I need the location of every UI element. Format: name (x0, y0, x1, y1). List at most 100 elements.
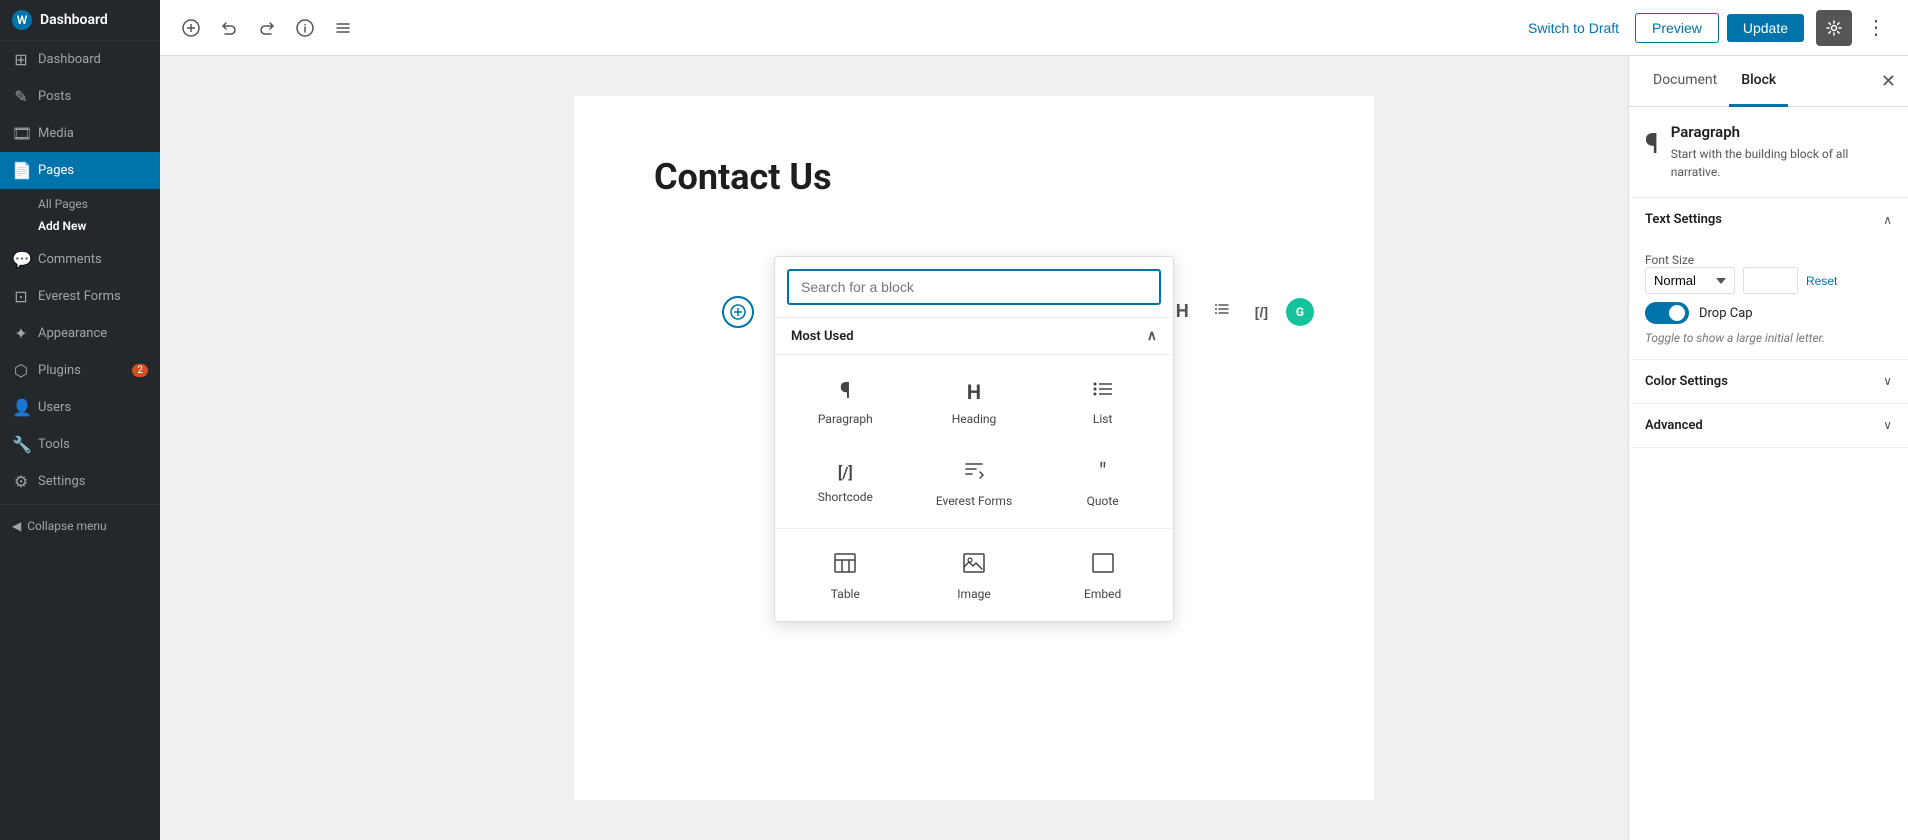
block-item-table[interactable]: Table (783, 537, 908, 613)
tools-icon: 🔧 (12, 435, 30, 454)
image-icon (963, 553, 985, 579)
color-settings-section: Color Settings ∨ (1629, 360, 1908, 404)
preview-button[interactable]: Preview (1635, 13, 1719, 43)
shortcode-format-button[interactable]: [/] (1249, 300, 1274, 324)
shortcode-icon: [/] (838, 463, 853, 482)
sidebar-item-label: Plugins (38, 363, 81, 378)
sidebar-item-label: Pages (38, 163, 74, 178)
redo-button[interactable] (252, 13, 282, 43)
advanced-header[interactable]: Advanced ∨ (1629, 404, 1908, 447)
block-item-everest-forms[interactable]: Everest Forms (912, 442, 1037, 520)
sidebar-item-label: Everest Forms (38, 289, 121, 304)
sidebar-item-label: Settings (38, 474, 85, 489)
block-item-image[interactable]: Image (912, 537, 1037, 613)
sidebar-add-new[interactable]: Add New (38, 215, 148, 237)
block-item-embed[interactable]: Embed (1040, 537, 1165, 613)
switch-to-draft-button[interactable]: Switch to Draft (1528, 20, 1619, 36)
editor-area: Contact Us H [/] G (320, 56, 1628, 840)
sidebar-item-everest-forms[interactable]: ⊡ Everest Forms (0, 278, 160, 315)
add-block-topbar-button[interactable] (176, 13, 206, 43)
sidebar-all-pages[interactable]: All Pages (38, 193, 148, 215)
list-label: List (1093, 412, 1113, 426)
color-settings-chevron: ∨ (1883, 374, 1892, 388)
font-size-input[interactable] (1743, 267, 1798, 294)
shortcode-label: Shortcode (818, 490, 873, 504)
most-used-chevron[interactable]: ∧ (1147, 328, 1157, 344)
block-info-text: Paragraph Start with the building block … (1671, 123, 1892, 181)
paragraph-icon: ¶ (840, 379, 851, 404)
update-button[interactable]: Update (1727, 14, 1804, 42)
everest-forms-block-label: Everest Forms (936, 494, 1012, 508)
sidebar-item-plugins[interactable]: ⬡ Plugins 2 (0, 352, 160, 389)
block-info-desc: Start with the building block of all nar… (1671, 145, 1892, 181)
block-item-heading[interactable]: H Heading (912, 363, 1037, 438)
tab-block[interactable]: Block (1729, 56, 1788, 107)
sidebar-divider (0, 504, 160, 505)
block-info: ¶ Paragraph Start with the building bloc… (1629, 107, 1908, 198)
most-used-label: Most Used (791, 329, 854, 344)
settings-button[interactable] (1816, 10, 1852, 46)
sidebar-item-posts[interactable]: ✎ Posts (0, 78, 160, 115)
sidebar-collapse[interactable]: ◀ Collapse menu (0, 509, 160, 543)
sidebar-item-label: Appearance (38, 326, 107, 341)
sidebar-item-appearance[interactable]: ✦ Appearance (0, 315, 160, 352)
sidebar-item-settings[interactable]: ⚙ Settings (0, 463, 160, 500)
comments-icon: 💬 (12, 250, 30, 269)
text-settings-title: Text Settings (1645, 212, 1722, 227)
sidebar-item-pages[interactable]: 📄 Pages (0, 152, 160, 189)
panel-close-button[interactable]: ✕ (1881, 71, 1896, 92)
text-settings-header[interactable]: Text Settings ∧ (1629, 198, 1908, 241)
sidebar-item-users[interactable]: 👤 Users (0, 389, 160, 426)
undo-button[interactable] (214, 13, 244, 43)
info-button[interactable] (290, 13, 320, 43)
quote-icon: " (1099, 458, 1107, 486)
main: Contact Us H [/] G (320, 56, 1908, 840)
block-inserter-scroll: Most Used ∧ ¶ Paragraph H Heading (775, 318, 1173, 621)
everest-forms-icon: ⊡ (12, 287, 30, 306)
list-icon (1092, 379, 1114, 404)
block-search-input[interactable] (787, 269, 1161, 305)
drop-cap-toggle[interactable] (1645, 302, 1689, 324)
block-item-paragraph[interactable]: ¶ Paragraph (783, 363, 908, 438)
sidebar-item-label: Media (38, 126, 74, 141)
sidebar-item-label: Dashboard (38, 52, 101, 67)
sidebar-item-tools[interactable]: 🔧 Tools (0, 426, 160, 463)
sidebar-item-media[interactable]: 🎞 Media (0, 115, 160, 152)
sidebar-item-label: Tools (38, 437, 70, 452)
sidebar-item-label: Posts (38, 89, 71, 104)
sidebar-item-dashboard[interactable]: ⊞ Dashboard (0, 41, 160, 78)
toggle-slider (1645, 302, 1689, 324)
block-item-shortcode[interactable]: [/] Shortcode (783, 442, 908, 520)
image-label: Image (957, 587, 990, 601)
add-block-inline-button[interactable] (722, 296, 754, 328)
embed-icon (1092, 553, 1114, 579)
sidebar-logo[interactable]: W Dashboard (0, 0, 160, 41)
topbar: Switch to Draft Preview Update ⋮ (160, 0, 1908, 56)
table-icon (834, 553, 856, 579)
drop-cap-desc: Toggle to show a large initial letter. (1645, 330, 1892, 347)
block-item-list[interactable]: List (1040, 363, 1165, 438)
page-title[interactable]: Contact Us (654, 156, 1294, 198)
drop-cap-label: Drop Cap (1699, 306, 1753, 321)
text-settings-section: Text Settings ∧ Font Size Normal Small M… (1629, 198, 1908, 360)
block-info-title: Paragraph (1671, 123, 1892, 141)
sidebar-item-comments[interactable]: 💬 Comments (0, 241, 160, 278)
appearance-icon: ✦ (12, 324, 30, 343)
block-item-quote[interactable]: " Quote (1040, 442, 1165, 520)
font-size-reset-button[interactable]: Reset (1806, 274, 1837, 288)
list-view-button[interactable] (328, 13, 358, 43)
color-settings-header[interactable]: Color Settings ∨ (1629, 360, 1908, 403)
posts-icon: ✎ (12, 87, 30, 106)
media-icon: 🎞 (12, 124, 30, 143)
pages-icon: 📄 (12, 161, 30, 180)
list-format-button[interactable] (1207, 296, 1237, 327)
more-options-button[interactable]: ⋮ (1860, 9, 1892, 46)
tab-document[interactable]: Document (1641, 56, 1729, 107)
font-size-select[interactable]: Normal Small Medium Large Huge (1645, 267, 1735, 294)
users-icon: 👤 (12, 398, 30, 417)
plugins-icon: ⬡ (12, 361, 30, 380)
table-label: Table (831, 587, 860, 601)
block-info-icon: ¶ (1645, 123, 1659, 160)
block-inserter: Most Used ∧ ¶ Paragraph H Heading (774, 256, 1174, 622)
sidebar-pages-sub: All Pages Add New (0, 189, 160, 241)
